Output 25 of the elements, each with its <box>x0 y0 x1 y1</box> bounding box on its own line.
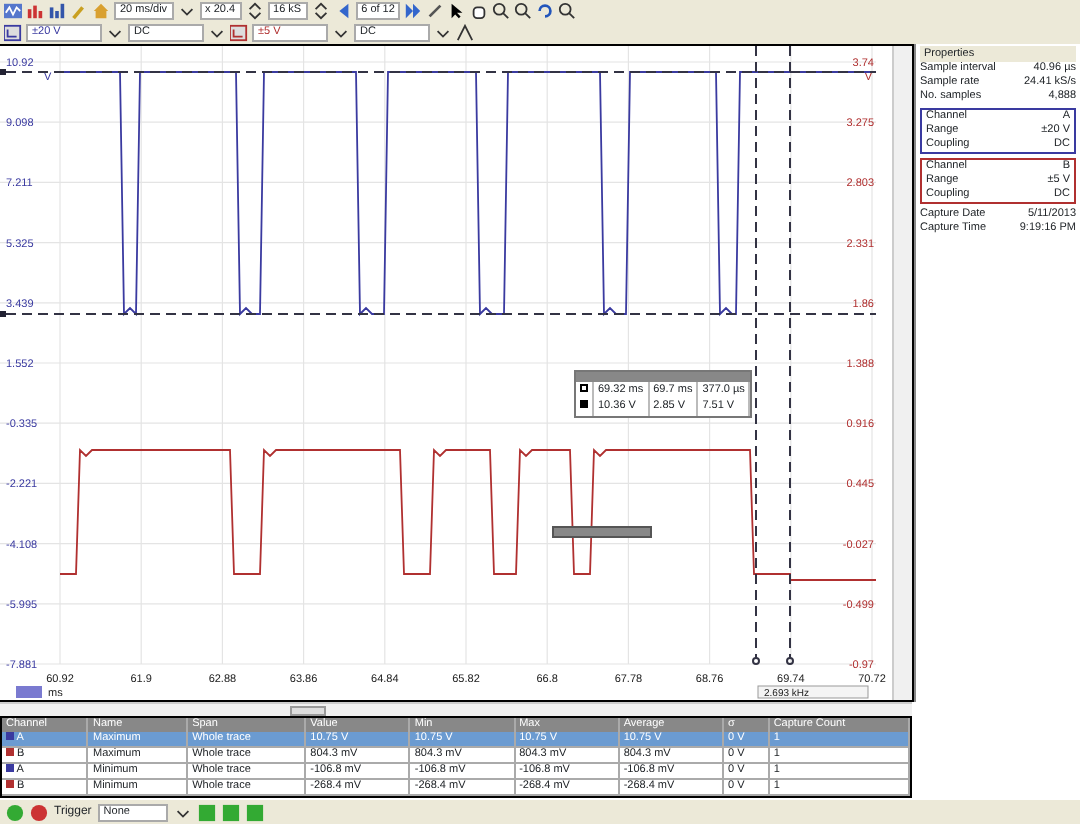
zoom-out-icon[interactable] <box>514 2 533 20</box>
zoom-in-icon[interactable] <box>492 2 511 20</box>
time-ruler[interactable] <box>752 46 760 665</box>
frequency-readout <box>757 685 869 699</box>
signal-ruler[interactable] <box>0 311 877 317</box>
zoom-marker <box>16 686 42 698</box>
chart-icon[interactable] <box>48 2 66 20</box>
pointer-icon[interactable] <box>448 2 467 20</box>
auto-scale-icon[interactable] <box>456 24 474 42</box>
stop-icon[interactable] <box>30 803 48 821</box>
scrollbar[interactable] <box>0 702 912 716</box>
spin-icon[interactable] <box>245 2 264 20</box>
spin-icon[interactable] <box>311 2 330 20</box>
start-icon[interactable] <box>6 803 24 821</box>
ruler-swatch <box>580 400 588 409</box>
signal-ruler[interactable] <box>0 69 877 75</box>
scroll-thumb[interactable] <box>290 706 326 716</box>
time-ruler[interactable] <box>786 46 794 665</box>
ruler-swatch <box>580 384 588 392</box>
scope-icon[interactable] <box>4 2 22 20</box>
spectrum-icon[interactable] <box>26 2 44 20</box>
zoom-icon[interactable] <box>558 2 577 20</box>
scrollbar[interactable] <box>892 46 912 700</box>
pen-icon[interactable] <box>426 2 445 20</box>
undo-icon[interactable] <box>536 2 555 20</box>
